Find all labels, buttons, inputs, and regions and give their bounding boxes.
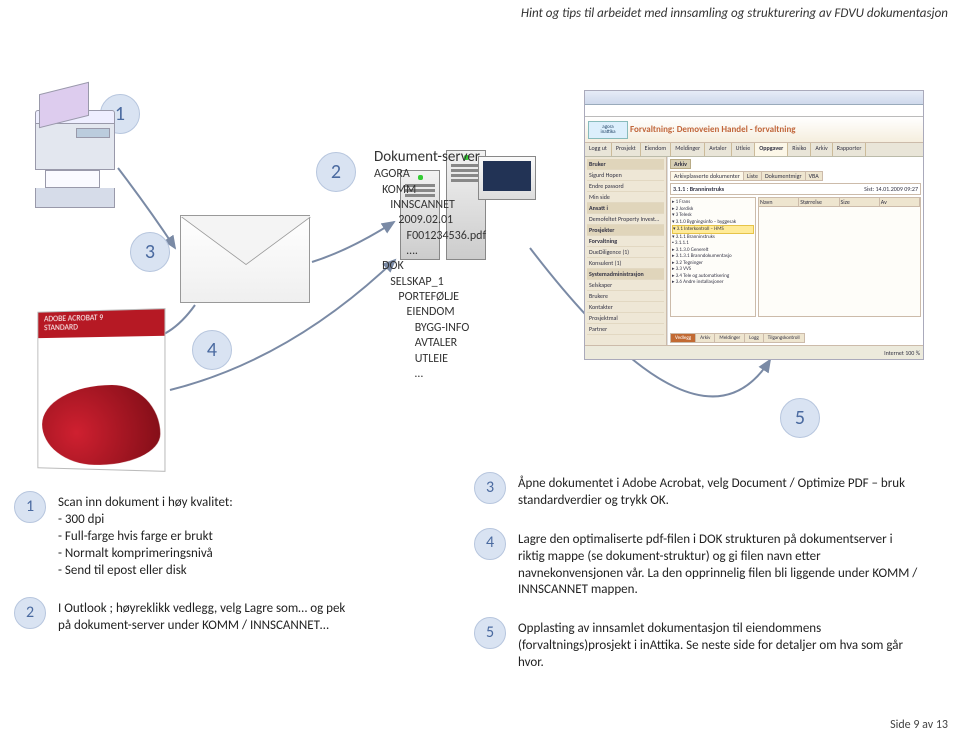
- steps-left-column: 1Scan inn dokument i høy kvalitet: - 300…: [58, 495, 358, 657]
- top-tab[interactable]: Meldinger: [671, 143, 705, 156]
- bottom-tabs[interactable]: VedleggArkivMeldingerLoggTilgangskontrol…: [670, 333, 921, 343]
- browser-titlebar: [585, 91, 923, 105]
- pane-subtab[interactable]: VBA: [805, 171, 823, 181]
- diagram-step-3: 3: [130, 232, 170, 272]
- step-number-badge: 1: [14, 491, 46, 523]
- pane-subtab[interactable]: Arkivplasserte dokumenter: [670, 171, 744, 181]
- step-text: Lagre den optimaliserte pdf-filen i DOK …: [518, 532, 918, 600]
- top-tab[interactable]: Eiendom: [641, 143, 672, 156]
- page-header: Hint og tips til arbeidet med innsamling…: [521, 6, 948, 21]
- sidebar-item[interactable]: Partner: [587, 324, 664, 335]
- sidebar-item[interactable]: Min side: [587, 192, 664, 203]
- step-text: I Outlook ; høyreklikk vedlegg, velg Lag…: [58, 601, 358, 635]
- pane-doc-date: Sist: 14.01.2009 09:27: [864, 185, 918, 193]
- sidebar-item[interactable]: Sigurd Hopen: [587, 170, 664, 181]
- top-tabs[interactable]: Logg utProsjektEiendomMeldingerAvtalerUt…: [585, 143, 923, 157]
- step-row: 1Scan inn dokument i høy kvalitet: - 300…: [58, 495, 358, 579]
- top-tab[interactable]: Utleie: [732, 143, 756, 156]
- file-list[interactable]: NavnStørrelseSizeAv: [758, 197, 921, 317]
- bottom-tab[interactable]: Arkiv: [695, 333, 715, 343]
- sidebar-item[interactable]: Selskaper: [587, 280, 664, 291]
- folder-tree[interactable]: ▸ 1 Frans▸ 2 Jordisk▾ 3 Telesk ▾ 3.1.0 B…: [670, 197, 756, 317]
- sidebar-item[interactable]: Demofeltet Property Invest…: [587, 214, 664, 225]
- envelope-icon: [180, 215, 310, 303]
- list-column-header[interactable]: Størrelse: [799, 198, 839, 206]
- step-number-badge: 2: [14, 597, 46, 629]
- list-column-header[interactable]: Size: [840, 198, 880, 206]
- sidebar-item[interactable]: Forvaltning: [587, 236, 664, 247]
- pane-info-row: 3.1.1 : Branninstruks Sist: 14.01.2009 0…: [670, 183, 921, 195]
- sidebar-item[interactable]: Brukere: [587, 291, 664, 302]
- top-tab[interactable]: Avtaler: [705, 143, 731, 156]
- top-tab[interactable]: Risiko: [788, 143, 811, 156]
- top-tab[interactable]: Rapporter: [833, 143, 867, 156]
- step-row: 4Lagre den optimaliserte pdf-filen i DOK…: [518, 532, 918, 600]
- step-number-badge: 3: [474, 472, 506, 504]
- top-tab[interactable]: Logg ut: [585, 143, 612, 156]
- pane-subtabs[interactable]: Arkivplasserte dokumenterListeDokumentmi…: [670, 171, 921, 181]
- pane-doc-title: 3.1.1 : Branninstruks: [673, 185, 724, 193]
- document-server-title: Dokument-server: [374, 148, 486, 167]
- step-number-badge: 5: [474, 617, 506, 649]
- acrobat-box-label: ADOBE ACROBAT 9 STANDARD: [44, 314, 103, 333]
- list-column-header[interactable]: Av: [880, 198, 920, 206]
- adobe-acrobat-box-icon: ADOBE ACROBAT 9 STANDARD: [37, 308, 165, 472]
- document-server-lines: AGORA KOMM INNSCANNET 2009.02.01 F001234…: [374, 167, 486, 382]
- app-banner: agora inattika Forvaltning: Demoveien Ha…: [585, 117, 923, 143]
- step-row: 5Opplasting av innsamlet dokumentasjon t…: [518, 621, 918, 672]
- bottom-tab[interactable]: Logg: [744, 333, 764, 343]
- bottom-tab[interactable]: Vedlegg: [670, 333, 696, 343]
- bottom-tab[interactable]: Tilgangskontroll: [763, 333, 805, 343]
- pane-title: Arkiv: [670, 159, 691, 169]
- top-tab[interactable]: Oppgaver: [755, 143, 788, 156]
- step-text: Åpne dokumentet i Adobe Acrobat, velg Do…: [518, 476, 918, 510]
- step-row: 3Åpne dokumentet i Adobe Acrobat, velg D…: [518, 476, 918, 510]
- diagram-step-5: 5: [780, 398, 820, 438]
- sidebar-item[interactable]: Kontakter: [587, 302, 664, 313]
- app-logo: agora inattika: [588, 121, 628, 139]
- bottom-tab[interactable]: Meldinger: [714, 333, 745, 343]
- page-footer: Side 9 av 13: [890, 718, 948, 732]
- document-server-tree: Dokument-server AGORA KOMM INNSCANNET 20…: [374, 148, 486, 382]
- sidebar-header: Prosjekter: [587, 225, 664, 236]
- top-tab[interactable]: Prosjekt: [612, 143, 641, 156]
- browser-statusbar: Internet 100 %: [585, 345, 923, 359]
- tree-item[interactable]: ▸ 3.6 Andre installasjoner: [672, 279, 754, 286]
- sidebar-item[interactable]: Konsulent (1): [587, 258, 664, 269]
- sidebar-item[interactable]: DueDiligence (1): [587, 247, 664, 258]
- top-tab[interactable]: Arkiv: [811, 143, 832, 156]
- step-text: Opplasting av innsamlet dokumentasjon ti…: [518, 621, 918, 672]
- pane-subtab[interactable]: Dokumentmigr: [761, 171, 806, 181]
- sidebar[interactable]: BrukerSigurd HopenEndre passordMin sideA…: [585, 157, 667, 345]
- step-number-badge: 4: [474, 528, 506, 560]
- sidebar-header: Ansatt i: [587, 203, 664, 214]
- list-column-header[interactable]: Navn: [759, 198, 799, 206]
- steps-right-column: 3Åpne dokumentet i Adobe Acrobat, velg D…: [518, 476, 918, 694]
- banner-title: Forvaltning: Demoveien Handel - forvaltn…: [630, 124, 796, 135]
- step-row: 2I Outlook ; høyreklikk vedlegg, velg La…: [58, 601, 358, 635]
- diagram-step-4: 4: [192, 330, 232, 370]
- status-text: Internet 100 %: [884, 349, 920, 357]
- diagram-step-2: 2: [316, 152, 356, 192]
- browser-address-bar[interactable]: [585, 105, 923, 117]
- browser-window: agora inattika Forvaltning: Demoveien Ha…: [584, 90, 924, 360]
- sidebar-item[interactable]: Prosjektmal: [587, 313, 664, 324]
- main-pane: Arkiv Arkivplasserte dokumenterListeDoku…: [667, 157, 923, 345]
- sidebar-header: Systemadministrasjon: [587, 269, 664, 280]
- file-list-header: NavnStørrelseSizeAv: [759, 198, 920, 207]
- scanner-icon: [35, 110, 115, 205]
- sidebar-header: Bruker: [587, 159, 664, 170]
- logo-bot: inattika: [601, 130, 616, 135]
- tree-item[interactable]: ▾ 3.1 Interkontroll – HMS: [672, 225, 754, 234]
- step-text: Scan inn dokument i høy kvalitet: - 300 …: [58, 495, 358, 579]
- sidebar-item[interactable]: Endre passord: [587, 181, 664, 192]
- pane-subtab[interactable]: Liste: [743, 171, 762, 181]
